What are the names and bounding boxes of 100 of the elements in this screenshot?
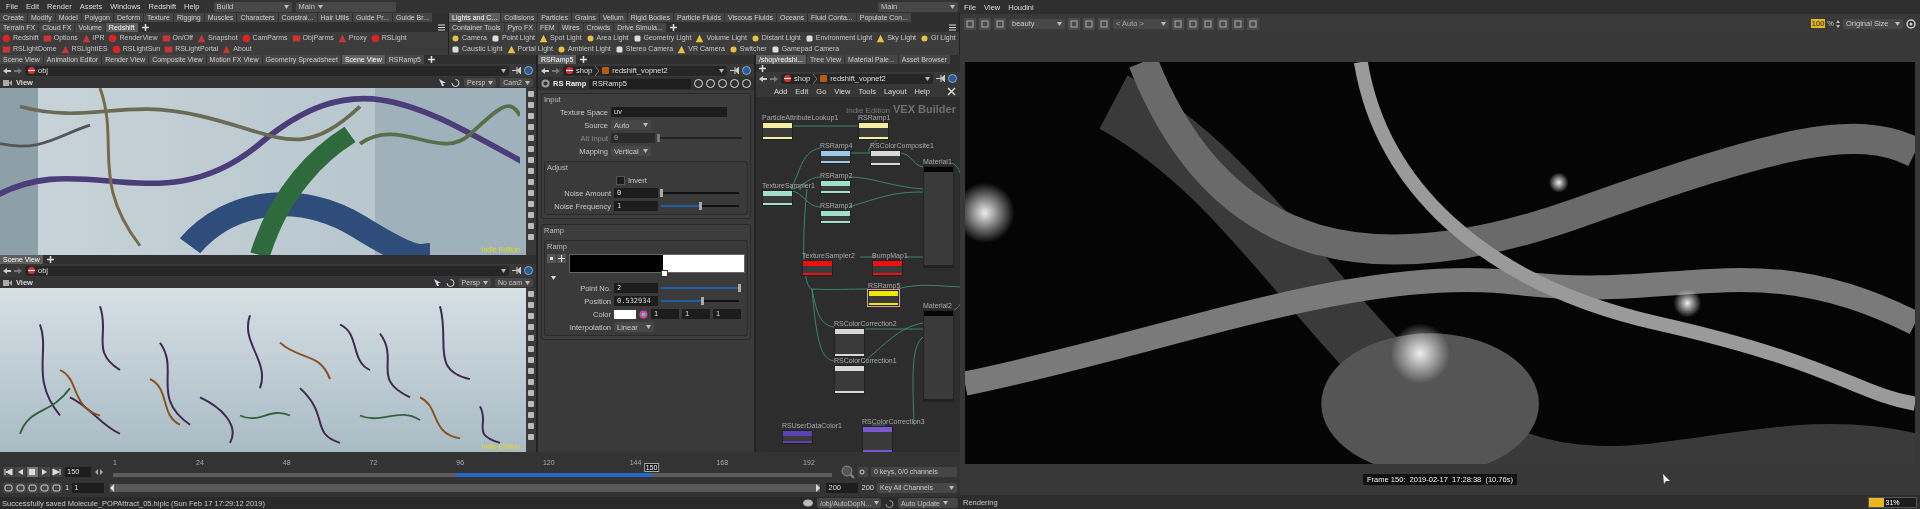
- network-node[interactable]: [834, 328, 865, 357]
- caret-icon: [317, 4, 323, 9]
- network-node[interactable]: [872, 260, 903, 276]
- network-node[interactable]: [923, 310, 954, 402]
- caret-icon: [950, 4, 955, 9]
- square-icon: [804, 33, 814, 43]
- edition-label: Indie Edition: [846, 106, 891, 115]
- plus-icon[interactable]: [669, 24, 677, 31]
- caret-icon: [949, 485, 954, 490]
- triangle-icon: [60, 44, 70, 54]
- step-arrows-icon[interactable]: [94, 467, 104, 476]
- caret-icon: [874, 501, 880, 505]
- step-back-button[interactable]: [15, 466, 26, 477]
- color-swatch[interactable]: [614, 309, 636, 319]
- caret-icon: [283, 4, 289, 9]
- plus-icon[interactable]: [428, 56, 435, 63]
- network-node[interactable]: [802, 260, 833, 276]
- ball-icon: [28, 67, 35, 74]
- magnifier-icon[interactable]: [841, 464, 855, 479]
- skip-start-icon: [4, 467, 13, 476]
- back-arrow-icon[interactable]: [759, 75, 767, 82]
- add-point-icon[interactable]: [557, 254, 566, 263]
- back-arrow-icon[interactable]: [541, 67, 549, 74]
- rotate-icon[interactable]: [445, 278, 455, 287]
- chevron-icon: [813, 73, 818, 84]
- forward-arrow-icon[interactable]: [552, 67, 560, 74]
- square-icon: [770, 44, 780, 54]
- square-icon: [291, 33, 301, 43]
- play-button[interactable]: [39, 466, 50, 477]
- camera-icon: [3, 78, 12, 87]
- tools-icon[interactable]: [947, 86, 956, 96]
- box-icon: [820, 75, 828, 82]
- caret-icon: [643, 149, 648, 153]
- caret-icon: [719, 68, 724, 73]
- caret-icon[interactable]: [551, 276, 556, 280]
- slider-handle[interactable]: [701, 297, 705, 305]
- forward-arrow-icon[interactable]: [14, 267, 22, 274]
- network-node[interactable]: [762, 122, 793, 140]
- caret-icon: [501, 268, 506, 273]
- caret-icon: [501, 68, 506, 73]
- network-node[interactable]: [862, 426, 893, 452]
- skip-end-button[interactable]: [51, 466, 62, 477]
- triangle-icon: [337, 33, 347, 43]
- triangle-icon: [506, 44, 516, 54]
- square-icon: [632, 33, 642, 43]
- back-arrow-icon[interactable]: [3, 67, 11, 74]
- square-icon: [614, 44, 624, 54]
- plus-icon[interactable]: [46, 256, 54, 263]
- color-wheel-icon[interactable]: [639, 309, 648, 319]
- menu-icon[interactable]: [438, 24, 446, 31]
- skip-end-icon: [52, 467, 61, 476]
- square-icon: [164, 44, 174, 54]
- pointer-icon[interactable]: [438, 78, 447, 87]
- network-node[interactable]: [870, 150, 901, 166]
- range-handle-icon[interactable]: [816, 483, 821, 492]
- network-type-label: VEX Builder: [893, 103, 956, 115]
- forward-arrow-icon[interactable]: [14, 67, 22, 74]
- slider-handle[interactable]: [699, 202, 702, 210]
- range-handle-icon[interactable]: [110, 483, 115, 492]
- slider-handle[interactable]: [738, 284, 741, 292]
- network-node[interactable]: [762, 190, 793, 206]
- caret-icon: [1161, 21, 1166, 26]
- remove-point-icon[interactable]: [547, 254, 556, 263]
- menu-icon[interactable]: [949, 24, 956, 31]
- rotate-icon[interactable]: [451, 78, 460, 87]
- ball-icon: [28, 267, 35, 274]
- network-node[interactable]: [820, 210, 851, 224]
- network-node[interactable]: [858, 122, 889, 140]
- triangle-icon: [539, 33, 549, 43]
- network-node[interactable]: [834, 365, 865, 394]
- caret-icon: [482, 280, 488, 285]
- plus-icon[interactable]: [141, 24, 149, 31]
- pointer-icon[interactable]: [432, 278, 442, 287]
- ramp-key-handle[interactable]: [660, 270, 668, 277]
- network-node[interactable]: [868, 290, 899, 306]
- network-node[interactable]: [820, 150, 851, 164]
- caret-icon: [1057, 21, 1062, 26]
- network-node[interactable]: [820, 180, 851, 194]
- plus-icon[interactable]: [759, 65, 766, 72]
- caret-icon: [488, 80, 494, 85]
- slider-handle[interactable]: [660, 189, 663, 197]
- plus-icon[interactable]: [580, 56, 588, 63]
- checkbox[interactable]: [616, 175, 625, 185]
- skip-start-button[interactable]: [3, 466, 14, 477]
- square-icon: [161, 33, 171, 43]
- forward-arrow-icon[interactable]: [770, 75, 778, 82]
- network-node[interactable]: [923, 166, 954, 268]
- network-node[interactable]: [782, 430, 813, 444]
- square-icon: [2, 44, 11, 54]
- triangle-icon: [222, 44, 232, 54]
- triangle-icon: [81, 33, 91, 43]
- back-arrow-icon[interactable]: [3, 267, 11, 274]
- ball-icon: [566, 67, 573, 74]
- triangle-icon: [876, 33, 886, 43]
- range-slider[interactable]: [110, 483, 821, 492]
- chat-icon[interactable]: [803, 499, 813, 507]
- square-icon: [490, 33, 500, 43]
- ball-icon: [784, 75, 791, 82]
- stepper-icon: [1836, 19, 1840, 28]
- caret-icon: [942, 501, 948, 505]
